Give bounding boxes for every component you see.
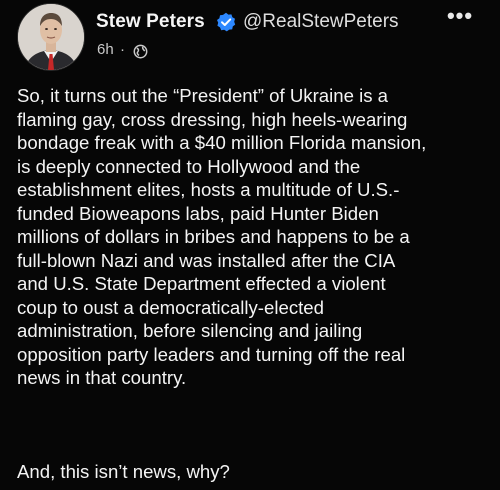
avatar[interactable] <box>17 3 85 71</box>
post-body-line: opposition party leaders and turning off… <box>17 343 406 365</box>
post-body-line: is deeply connected to Hollywood and the <box>17 155 361 177</box>
post-body-line: So, it turns out the “President” of Ukra… <box>17 85 389 106</box>
post-body-line: news in that country. <box>17 367 187 388</box>
avatar-image <box>18 4 84 70</box>
post-closing-line: And, this isn’t news, why? <box>17 461 230 482</box>
post-body-line: administration, before silencing and jai… <box>17 320 363 341</box>
post-body-line: funded Bioweapons labs, paid Hunter Bide… <box>17 202 379 224</box>
post-body-line: millions of dollars in bribes and happen… <box>17 226 410 247</box>
post-body-line: flaming gay, cross dressing, high heels-… <box>17 108 408 130</box>
post-body-line: bondage freak with a $40 million Florida… <box>17 132 427 153</box>
more-options-icon[interactable]: ••• <box>446 5 474 31</box>
verified-badge-icon <box>217 12 236 32</box>
post-body-line: coup to oust a democratically-elected <box>17 296 324 318</box>
author-handle[interactable]: @RealStewPeters <box>243 11 399 33</box>
post-body-line: full-blown Nazi and was installed after … <box>17 249 396 271</box>
post-timestamp[interactable]: 6h <box>97 41 114 58</box>
globe-icon <box>133 44 148 59</box>
post-card: Stew Peters @RealStewPeters ••• 6h · So,… <box>0 0 500 490</box>
post-body-line: and U.S. State Department effected a vio… <box>17 273 386 294</box>
post-body-line: establishment elites, hosts a multitude … <box>17 179 400 200</box>
post-body: So, it turns out the “President” of Ukra… <box>17 84 487 390</box>
meta-separator: · <box>120 41 125 58</box>
author-name[interactable]: Stew Peters <box>96 11 205 33</box>
